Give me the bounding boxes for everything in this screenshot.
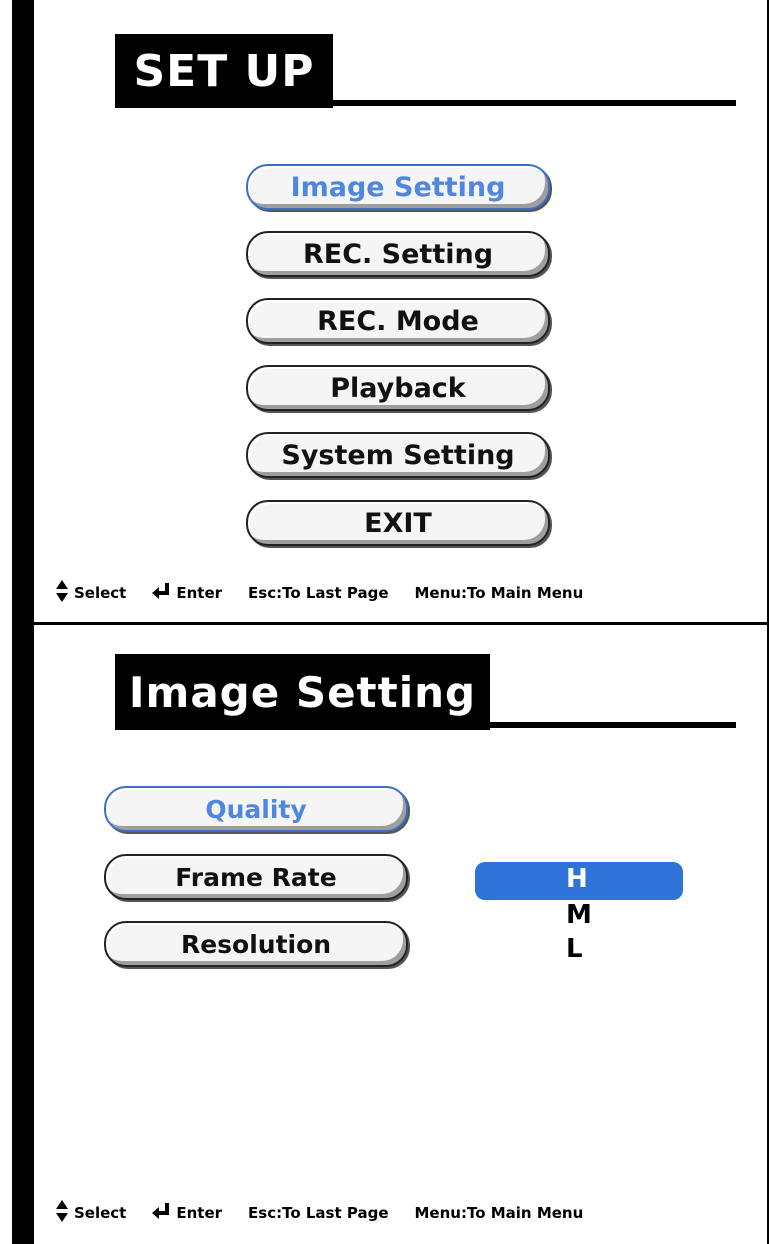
title-underline	[490, 722, 736, 728]
enter-hint: Enter	[152, 583, 222, 603]
playback-button[interactable]: Playback	[246, 365, 550, 411]
system-setting-button[interactable]: System Setting	[246, 432, 550, 478]
enter-hint-label: Enter	[176, 584, 223, 602]
esc-hint-label: Esc:To Last Page	[248, 1204, 389, 1222]
footer-hints: Select Enter Esc:To Last Page Menu:To Ma…	[56, 1200, 583, 1226]
setup-screen: SET UP Image Setting REC. Setting REC. M…	[0, 0, 769, 622]
option-h[interactable]: H	[566, 864, 588, 894]
image-setting-screen: Image Setting Quality Frame Rate Resolut…	[0, 622, 769, 1244]
left-edge-bar	[0, 0, 34, 622]
exit-button[interactable]: EXIT	[246, 500, 550, 546]
select-hint: Select	[56, 580, 126, 606]
enter-arrow-icon	[152, 1203, 170, 1223]
image-setting-button[interactable]: Image Setting	[246, 164, 550, 210]
option-l[interactable]: L	[566, 934, 583, 964]
menu-hint: Menu:To Main Menu	[415, 584, 584, 602]
up-down-arrow-icon	[56, 1200, 68, 1226]
enter-arrow-icon	[152, 583, 170, 603]
option-m[interactable]: M	[566, 900, 592, 930]
select-hint: Select	[56, 1200, 126, 1226]
esc-hint-label: Esc:To Last Page	[248, 584, 389, 602]
page-title: SET UP	[115, 34, 333, 108]
left-edge-bar	[0, 622, 34, 1244]
page-title: Image Setting	[115, 654, 490, 730]
menu-hint: Menu:To Main Menu	[415, 1204, 584, 1222]
panel-divider	[0, 622, 769, 625]
quality-button[interactable]: Quality	[104, 786, 408, 832]
enter-hint: Enter	[152, 1203, 222, 1223]
esc-hint: Esc:To Last Page	[248, 1204, 388, 1222]
enter-hint-label: Enter	[176, 1204, 223, 1222]
rec-mode-button[interactable]: REC. Mode	[246, 298, 550, 344]
footer-hints: Select Enter Esc:To Last Page Menu:To Ma…	[56, 580, 583, 606]
resolution-button[interactable]: Resolution	[104, 921, 408, 967]
frame-rate-button[interactable]: Frame Rate	[104, 854, 408, 900]
title-underline	[333, 100, 736, 106]
menu-hint-label: Menu:To Main Menu	[414, 584, 584, 602]
menu-hint-label: Menu:To Main Menu	[414, 1204, 584, 1222]
select-hint-label: Select	[74, 584, 127, 602]
rec-setting-button[interactable]: REC. Setting	[246, 231, 550, 277]
esc-hint: Esc:To Last Page	[248, 584, 388, 602]
select-hint-label: Select	[74, 1204, 127, 1222]
up-down-arrow-icon	[56, 580, 68, 606]
